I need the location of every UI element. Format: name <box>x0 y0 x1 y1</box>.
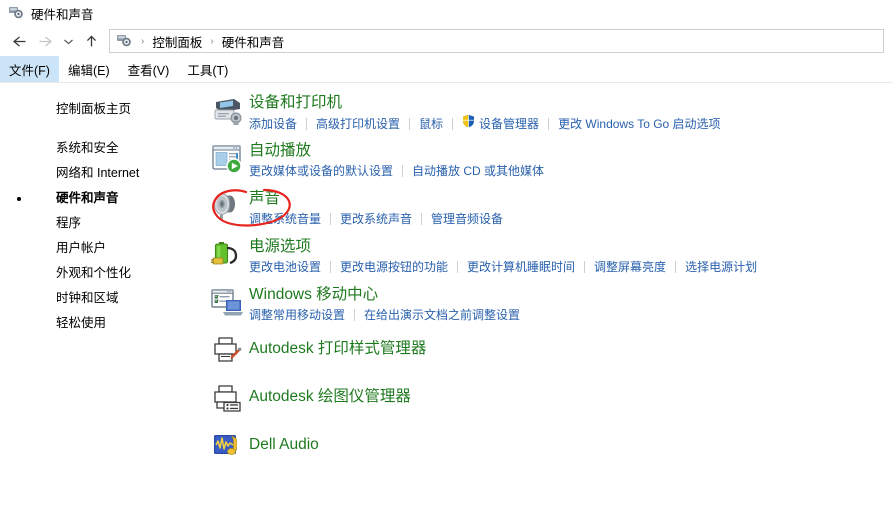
link-divider <box>452 117 454 130</box>
link-change-windows-to-go-startup-options[interactable]: 更改 Windows To Go 启动选项 <box>558 115 720 133</box>
category-autoplay: 自动播放 更改媒体或设备的默认设置 自动播放 CD 或其他媒体 <box>205 139 892 181</box>
breadcrumb-separator: › <box>210 35 214 47</box>
uac-shield-icon <box>462 114 475 133</box>
battery-power-icon <box>205 235 249 277</box>
address-bar[interactable]: › 控制面板 › 硬件和声音 <box>109 29 884 53</box>
printer-device-icon <box>205 91 249 133</box>
category-body: 声音 调整系统音量 更改系统声音 管理音频设备 <box>249 187 503 228</box>
category-links: 添加设备 高级打印机设置 鼠标 设备管理器 更改 Windows To Go 启… <box>249 114 721 133</box>
category-body: 自动播放 更改媒体或设备的默认设置 自动播放 CD 或其他媒体 <box>249 139 544 180</box>
category-windows-mobility-center: Windows 移动中心 调整常用移动设置 在给出演示文档之前调整设置 <box>205 283 892 325</box>
breadcrumb-hardware-and-sound[interactable]: 硬件和声音 <box>220 32 287 51</box>
back-arrow-icon[interactable] <box>6 28 32 54</box>
category-links: 调整常用移动设置 在给出演示文档之前调整设置 <box>249 306 520 324</box>
link-adjust-system-volume[interactable]: 调整系统音量 <box>249 210 321 228</box>
hardware-and-sound-icon <box>8 4 24 23</box>
link-change-sleep-time[interactable]: 更改计算机睡眠时间 <box>467 258 575 276</box>
sidebar-item-clock-and-region[interactable]: 时钟和区域 <box>0 286 205 311</box>
category-sound: 声音 调整系统音量 更改系统声音 管理音频设备 <box>205 187 892 229</box>
address-hardware-and-sound-icon <box>116 32 132 51</box>
category-autodesk-plot-style-manager: Autodesk 打印样式管理器 <box>205 331 892 373</box>
link-mouse[interactable]: 鼠标 <box>419 115 443 133</box>
menu-view[interactable]: 查看(V) <box>119 56 179 82</box>
menu-bar: 文件(F) 编辑(E) 查看(V) 工具(T) <box>0 56 892 83</box>
category-title-autodesk-plotter-manager[interactable]: Autodesk 绘图仪管理器 <box>249 380 411 414</box>
content-area: 控制面板主页 系统和安全 网络和 Internet 硬件和声音 程序 用户帐户 … <box>0 83 892 521</box>
link-adjust-common-mobility-settings[interactable]: 调整常用移动设置 <box>249 306 345 324</box>
category-list: 设备和打印机 添加设备 高级打印机设置 鼠标 设备管理器 更改 Windows … <box>205 83 892 521</box>
link-change-system-sounds[interactable]: 更改系统声音 <box>340 210 412 228</box>
category-body: 设备和打印机 添加设备 高级打印机设置 鼠标 设备管理器 更改 Windows … <box>249 91 721 133</box>
category-power-options: 电源选项 更改电池设置 更改电源按钮的功能 更改计算机睡眠时间 调整屏幕亮度 选… <box>205 235 892 277</box>
category-body: 电源选项 更改电池设置 更改电源按钮的功能 更改计算机睡眠时间 调整屏幕亮度 选… <box>249 235 757 276</box>
link-divider <box>354 309 356 321</box>
chevron-down-icon[interactable] <box>58 28 78 54</box>
category-title-autodesk-plot-style-manager[interactable]: Autodesk 打印样式管理器 <box>249 332 426 366</box>
autoplay-icon <box>205 139 249 181</box>
sidebar-item-control-panel-home[interactable]: 控制面板主页 <box>0 97 205 122</box>
category-title-devices-and-printers[interactable]: 设备和打印机 <box>249 92 721 113</box>
sidebar-item-appearance-and-personalization[interactable]: 外观和个性化 <box>0 261 205 286</box>
link-adjust-settings-before-presentation[interactable]: 在给出演示文档之前调整设置 <box>364 306 520 324</box>
sidebar-item-user-accounts[interactable]: 用户帐户 <box>0 236 205 261</box>
sidebar-item-programs[interactable]: 程序 <box>0 211 205 236</box>
link-change-default-settings-for-media[interactable]: 更改媒体或设备的默认设置 <box>249 162 393 180</box>
category-body: Dell Audio <box>249 427 319 463</box>
category-links: 更改媒体或设备的默认设置 自动播放 CD 或其他媒体 <box>249 162 544 180</box>
link-divider <box>421 213 423 225</box>
link-divider <box>306 117 308 130</box>
category-links: 更改电池设置 更改电源按钮的功能 更改计算机睡眠时间 调整屏幕亮度 选择电源计划 <box>249 258 757 276</box>
link-divider <box>409 117 411 130</box>
breadcrumb-control-panel[interactable]: 控制面板 <box>150 32 204 51</box>
up-arrow-icon[interactable] <box>78 28 104 54</box>
category-title-power-options[interactable]: 电源选项 <box>249 236 757 257</box>
link-divider <box>584 261 586 273</box>
dell-audio-icon <box>205 427 249 469</box>
link-add-device[interactable]: 添加设备 <box>249 115 297 133</box>
link-divider <box>330 213 332 225</box>
link-change-battery-settings[interactable]: 更改电池设置 <box>249 258 321 276</box>
link-adjust-screen-brightness[interactable]: 调整屏幕亮度 <box>594 258 666 276</box>
category-body: Autodesk 打印样式管理器 <box>249 331 426 367</box>
category-autodesk-plotter-manager: Autodesk 绘图仪管理器 <box>205 379 892 421</box>
sidebar-item-ease-of-access[interactable]: 轻松使用 <box>0 311 205 336</box>
category-dell-audio: Dell Audio <box>205 427 892 469</box>
sidebar-item-network-and-internet[interactable]: 网络和 Internet <box>0 161 205 186</box>
category-title-sound[interactable]: 声音 <box>249 188 503 209</box>
breadcrumb-separator: › <box>141 35 145 47</box>
navigation-bar: › 控制面板 › 硬件和声音 <box>0 26 892 56</box>
link-play-cd-or-other-media[interactable]: 自动播放 CD 或其他媒体 <box>412 162 544 180</box>
link-choose-power-plan[interactable]: 选择电源计划 <box>685 258 757 276</box>
speaker-icon <box>205 187 249 229</box>
link-device-manager[interactable]: 设备管理器 <box>479 115 539 133</box>
sidebar-item-system-and-security[interactable]: 系统和安全 <box>0 136 205 161</box>
category-title-autoplay[interactable]: 自动播放 <box>249 140 544 161</box>
link-divider <box>675 261 677 273</box>
link-divider <box>457 261 459 273</box>
category-body: Autodesk 绘图仪管理器 <box>249 379 411 415</box>
link-change-power-button-behavior[interactable]: 更改电源按钮的功能 <box>340 258 448 276</box>
sidebar-item-hardware-and-sound[interactable]: 硬件和声音 <box>0 186 205 211</box>
link-device-manager-wrapper[interactable]: 设备管理器 <box>462 114 539 133</box>
window-title: 硬件和声音 <box>31 7 94 22</box>
category-devices-and-printers: 设备和打印机 添加设备 高级打印机设置 鼠标 设备管理器 更改 Windows … <box>205 91 892 133</box>
link-manage-audio-devices[interactable]: 管理音频设备 <box>431 210 503 228</box>
link-divider <box>330 261 332 273</box>
category-body: Windows 移动中心 调整常用移动设置 在给出演示文档之前调整设置 <box>249 283 520 324</box>
category-links: 调整系统音量 更改系统声音 管理音频设备 <box>249 210 503 228</box>
category-title-dell-audio[interactable]: Dell Audio <box>249 428 319 462</box>
link-divider <box>402 165 404 177</box>
forward-arrow-icon <box>32 28 58 54</box>
menu-edit[interactable]: 编辑(E) <box>59 56 119 82</box>
printer-brush-icon <box>205 331 249 373</box>
link-advanced-printer-setup[interactable]: 高级打印机设置 <box>316 115 400 133</box>
menu-file[interactable]: 文件(F) <box>0 56 59 82</box>
link-divider <box>548 117 550 130</box>
mobility-center-icon <box>205 283 249 325</box>
menu-tools[interactable]: 工具(T) <box>178 56 237 82</box>
printer-list-icon <box>205 379 249 421</box>
category-title-windows-mobility-center[interactable]: Windows 移动中心 <box>249 284 520 305</box>
window-title-bar: 硬件和声音 <box>0 0 892 26</box>
sidebar: 控制面板主页 系统和安全 网络和 Internet 硬件和声音 程序 用户帐户 … <box>0 83 205 521</box>
